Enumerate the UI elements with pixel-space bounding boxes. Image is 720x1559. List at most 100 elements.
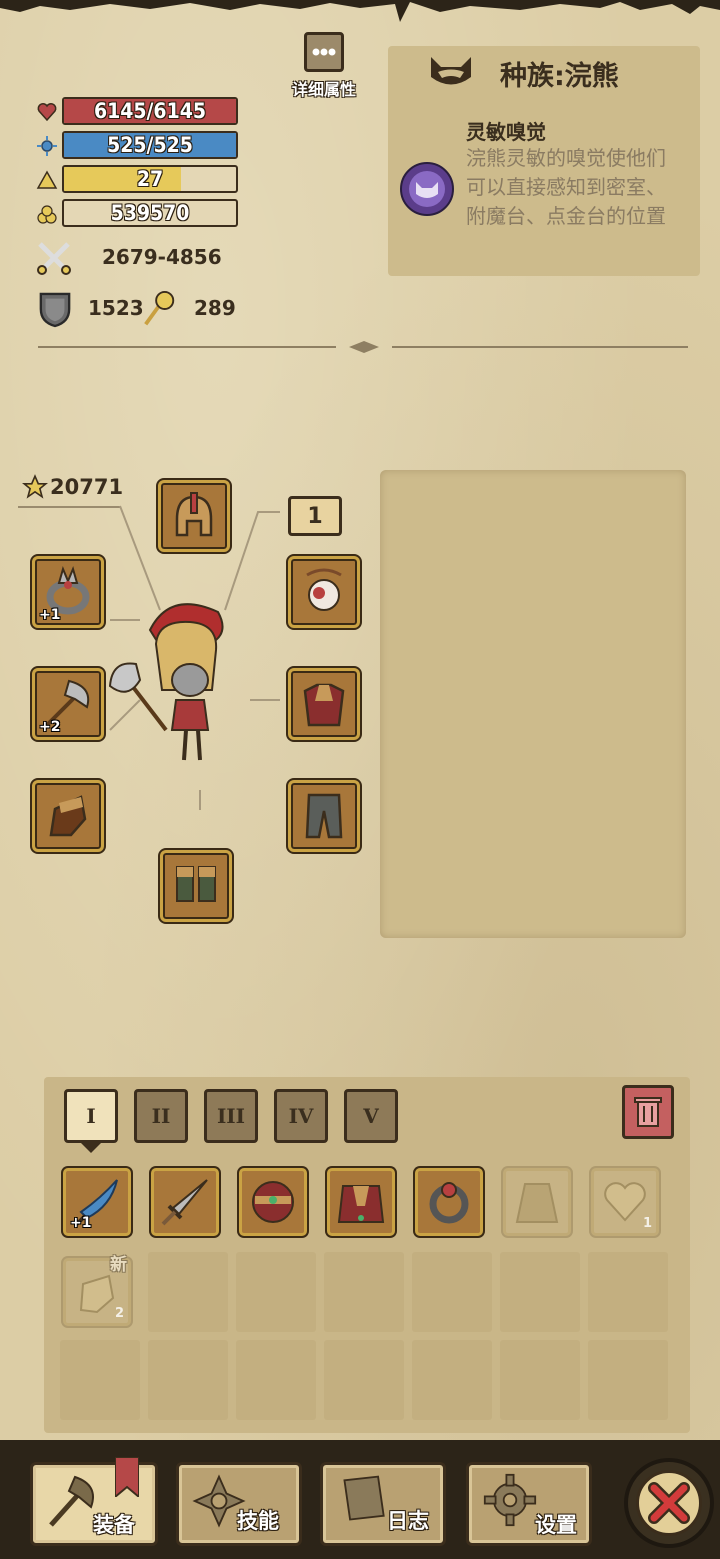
details-button[interactable]: 详细属性 <box>286 32 362 99</box>
tab-page-1[interactable]: I <box>64 1089 118 1143</box>
level-value: 27 <box>136 167 164 191</box>
tab-page-3-label: III <box>216 1104 246 1128</box>
nav-settings-button[interactable]: 设置 <box>466 1462 592 1546</box>
eye-amulet-icon <box>306 568 342 611</box>
raccoon-icon <box>431 57 471 85</box>
heart-count: 1 <box>642 1216 652 1231</box>
inventory-item-red-helmet[interactable] <box>239 1168 307 1236</box>
mana-icon <box>37 136 57 156</box>
tab-page-3[interactable]: III <box>204 1089 258 1143</box>
hero-character <box>108 603 224 761</box>
crossed-swords-icon <box>37 242 71 275</box>
empty-slot[interactable] <box>324 1340 404 1420</box>
empty-slot[interactable] <box>412 1340 492 1420</box>
empty-slot[interactable] <box>236 1340 316 1420</box>
ring-enhance: +1 <box>39 607 61 623</box>
mana-bar: 525/525 <box>62 131 238 159</box>
nav-log-label: 日志 <box>387 1509 429 1533</box>
trash-icon <box>634 1097 662 1127</box>
gold-bar: 539570 <box>62 199 238 227</box>
ring-slot[interactable]: +1 <box>32 556 104 628</box>
inventory-item-blue-dagger[interactable]: +1 <box>63 1168 131 1236</box>
details-label: 详细属性 <box>291 80 356 99</box>
inventory-item-sword[interactable] <box>151 1168 219 1236</box>
empty-slot[interactable] <box>60 1340 140 1420</box>
level-icon <box>36 170 58 189</box>
shield-icon <box>39 292 71 328</box>
trait-icon <box>400 162 454 216</box>
sword-icon <box>161 1179 208 1226</box>
dagger-enhance: +1 <box>70 1215 92 1231</box>
tab-page-2-label: II <box>151 1104 171 1128</box>
divider-right <box>392 346 688 348</box>
health-bar: 6145/6145 <box>62 97 238 125</box>
active-tab-marker <box>81 1143 101 1153</box>
close-icon <box>648 1482 690 1524</box>
helmet-icon <box>175 492 213 537</box>
nav-skills-button[interactable]: 技能 <box>176 1462 302 1546</box>
tab-page-4[interactable]: IV <box>274 1089 328 1143</box>
empty-slot[interactable] <box>588 1340 668 1420</box>
empty-slot[interactable] <box>148 1252 228 1332</box>
empty-slot[interactable] <box>236 1252 316 1332</box>
gloves-icon <box>49 795 87 837</box>
nav-settings-label: 设置 <box>535 1513 577 1537</box>
inventory-item-heart[interactable]: 1 <box>591 1168 659 1236</box>
new-badge: 新 <box>110 1255 127 1275</box>
empty-slot[interactable] <box>412 1252 492 1332</box>
details-icon <box>304 32 344 72</box>
nav-equip-button[interactable]: 装备 <box>30 1457 158 1546</box>
amulet-slot[interactable] <box>288 556 360 628</box>
chest-armor-icon <box>303 683 345 727</box>
heart-icon <box>37 103 57 122</box>
gloves-slot[interactable] <box>32 780 104 852</box>
race-title: 种族:浣熊 <box>500 61 619 92</box>
nav-skills-label: 技能 <box>237 1509 279 1533</box>
empty-slot[interactable] <box>500 1252 580 1332</box>
tab-page-2[interactable]: II <box>134 1089 188 1143</box>
trash-button[interactable] <box>622 1085 674 1139</box>
amulet-count-value: 1 <box>307 503 323 529</box>
scroll-icon <box>343 1475 385 1521</box>
boots-slot[interactable] <box>160 850 232 922</box>
tab-page-5[interactable]: V <box>344 1089 398 1143</box>
tab-page-1-label: I <box>86 1104 96 1128</box>
pants-icon <box>305 793 343 839</box>
gold-icon <box>37 205 57 224</box>
tab-page-5-label: V <box>363 1104 379 1128</box>
nav-equip-label: 装备 <box>93 1513 135 1537</box>
divider-left <box>38 346 336 348</box>
trait-name: 灵敏嗅觉 <box>466 120 546 144</box>
inventory-item-red-cloak[interactable] <box>327 1168 395 1236</box>
inventory-item-ring[interactable] <box>415 1168 483 1236</box>
armor-slot[interactable] <box>288 668 360 740</box>
weapon-enhance: +2 <box>39 719 61 735</box>
weapon-slot[interactable]: +2 <box>32 668 104 740</box>
empty-slot[interactable] <box>500 1340 580 1420</box>
health-value: 6145/6145 <box>93 99 207 123</box>
defense-value: 1523 <box>88 296 144 320</box>
bookmark-icon <box>115 1457 139 1497</box>
trait-description: 浣熊灵敏的嗅觉使他们可以直接感知到密室、附魔台、点金台的位置 <box>466 146 666 228</box>
gauntlet-count: 2 <box>114 1306 124 1321</box>
level-bar: 27 <box>62 165 238 193</box>
empty-slot[interactable] <box>324 1252 404 1332</box>
axe-icon <box>49 1475 94 1527</box>
boots-icon <box>176 866 216 902</box>
gear-icon <box>483 1473 537 1527</box>
torn-top-edge <box>0 0 720 22</box>
ring-icon <box>429 1182 469 1224</box>
nav-log-button[interactable]: 日志 <box>320 1462 446 1546</box>
empty-slot[interactable] <box>148 1340 228 1420</box>
empty-slot[interactable] <box>588 1252 668 1332</box>
mana-value: 525/525 <box>107 133 193 157</box>
pants-slot[interactable] <box>288 780 360 852</box>
close-button[interactable] <box>624 1458 714 1548</box>
magic-staff-icon <box>144 290 175 326</box>
helmet-slot[interactable] <box>158 480 230 552</box>
red-cloak-icon <box>337 1185 385 1223</box>
inventory-item-robe[interactable] <box>503 1168 571 1236</box>
item-details-panel <box>380 470 686 938</box>
amulet-count: 1 <box>288 496 342 536</box>
tab-page-4-label: IV <box>288 1104 314 1128</box>
